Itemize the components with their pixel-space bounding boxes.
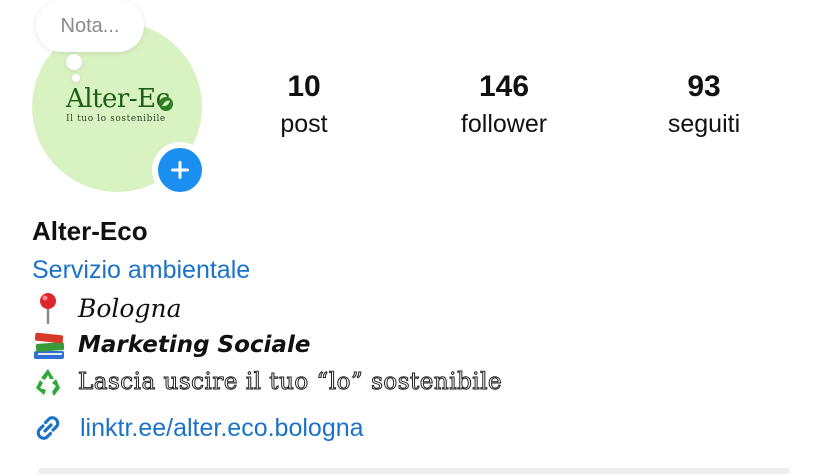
note-bubble-tail <box>66 54 82 70</box>
following-label: seguiti <box>667 110 741 138</box>
profile-name: Alter-Eco <box>32 216 148 246</box>
section-divider <box>38 468 790 474</box>
add-story-circle <box>158 148 202 192</box>
posts-stat[interactable]: 10 post <box>224 70 384 144</box>
recycle-icon <box>32 366 72 398</box>
profile-category[interactable]: Servizio ambientale <box>32 256 250 285</box>
link-icon <box>36 416 60 440</box>
note-bubble-tail-small <box>72 74 80 82</box>
pushpin-icon <box>32 292 72 324</box>
bio-marketing-text: Marketing Sociale <box>78 332 311 358</box>
bio-line-marketing: Marketing Sociale <box>32 329 310 361</box>
bio-location-text: Bologna <box>78 293 182 323</box>
add-story-button[interactable] <box>152 142 208 198</box>
bio-line-location: Bologna <box>32 292 181 324</box>
followers-label: follower <box>460 110 548 138</box>
bio-link[interactable]: linktr.ee/alter.eco.bologna <box>30 410 364 446</box>
followers-stat[interactable]: 146 follower <box>424 70 584 144</box>
bio-link-text[interactable]: linktr.ee/alter.eco.bologna <box>80 414 364 443</box>
bio-tagline-text: Lascia uscire il tuo “lo” sostenibile <box>77 369 503 396</box>
bio-line-tagline: Lascia uscire il tuo “lo” sostenibile <box>32 366 502 398</box>
books-icon <box>32 329 72 361</box>
followers-count: 146 <box>478 70 530 103</box>
avatar-tagline: Il tuo lo sostenibile <box>66 114 166 124</box>
note-placeholder: Nota... <box>60 14 120 37</box>
profile-header: Alter-Ec Il tuo lo sostenibile Nota... 1… <box>0 0 828 474</box>
posts-label: post <box>280 110 328 138</box>
following-count: 93 <box>687 70 721 103</box>
avatar-logo-text: Alter-Ec <box>66 84 170 114</box>
leaf-icon <box>159 97 173 111</box>
following-stat[interactable]: 93 seguiti <box>624 70 784 144</box>
plus-icon <box>171 161 189 179</box>
note-bubble[interactable]: Nota... <box>36 0 144 52</box>
posts-count: 10 <box>287 70 321 103</box>
